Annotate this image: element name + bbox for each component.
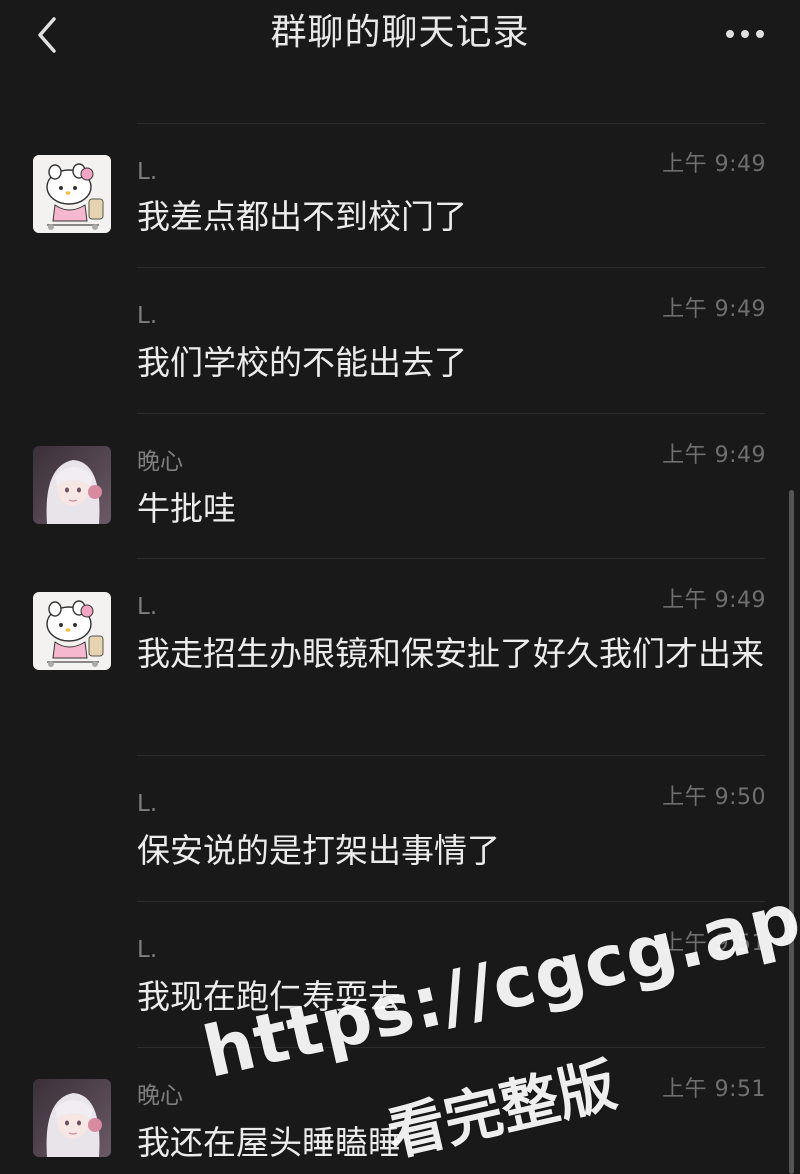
hello-kitty-avatar-image bbox=[33, 592, 111, 670]
sender-name: L. bbox=[137, 159, 158, 185]
message-item[interactable]: 晚心 上午 9:51 我还在屋头睡瞌睡 bbox=[0, 1048, 800, 1174]
message-text: 我走招生办眼镜和保安扯了好久我们才出来 bbox=[137, 634, 764, 673]
message-time: 上午 9:50 bbox=[662, 785, 766, 810]
message-item[interactable]: L. 上午 9:51 我现在跑仁寿耍去 bbox=[0, 902, 800, 1048]
header-bar: 群聊的聊天记录 bbox=[0, 0, 800, 78]
anime-girl-avatar-image bbox=[33, 1079, 111, 1157]
scrollbar[interactable] bbox=[789, 490, 794, 1174]
message-time: 上午 9:49 bbox=[662, 152, 766, 177]
message-time: 上午 9:51 bbox=[662, 1077, 766, 1102]
message-item[interactable]: L. 上午 9:50 保安说的是打架出事情了 bbox=[0, 756, 800, 902]
sender-name: 晚心 bbox=[137, 449, 183, 475]
avatar-hello-kitty[interactable] bbox=[33, 155, 111, 233]
avatar-anime-girl[interactable] bbox=[33, 1079, 111, 1157]
message-text: 我们学校的不能出去了 bbox=[137, 343, 467, 382]
message-item[interactable]: L. 上午 9:49 我们学校的不能出去了 bbox=[0, 268, 800, 414]
more-dots-icon bbox=[726, 30, 764, 38]
message-item[interactable]: L. 上午 9:49 我差点都出不到校门了 bbox=[0, 124, 800, 268]
message-item[interactable]: L. 上午 9:49 我走招生办眼镜和保安扯了好久我们才出来 bbox=[0, 559, 800, 756]
avatar-hello-kitty[interactable] bbox=[33, 592, 111, 670]
message-text: 我现在跑仁寿耍去 bbox=[137, 977, 401, 1016]
message-text: 我还在屋头睡瞌睡 bbox=[137, 1123, 401, 1162]
sender-name: L. bbox=[137, 791, 158, 817]
anime-girl-avatar-image bbox=[33, 446, 111, 524]
sender-name: L. bbox=[137, 937, 158, 963]
avatar-anime-girl[interactable] bbox=[33, 446, 111, 524]
hello-kitty-avatar-image bbox=[33, 155, 111, 233]
page-title: 群聊的聊天记录 bbox=[270, 12, 530, 53]
message-item[interactable]: 晚心 上午 9:49 牛批哇 bbox=[0, 414, 800, 559]
more-button[interactable] bbox=[720, 12, 770, 56]
sender-name: L. bbox=[137, 303, 158, 329]
message-time: 上午 9:51 bbox=[662, 931, 766, 956]
message-time: 上午 9:49 bbox=[662, 588, 766, 613]
sender-name: 晚心 bbox=[137, 1083, 183, 1109]
message-time: 上午 9:49 bbox=[662, 297, 766, 322]
message-text: 保安说的是打架出事情了 bbox=[137, 831, 500, 870]
message-text: 我差点都出不到校门了 bbox=[137, 197, 467, 236]
message-text: 牛批哇 bbox=[137, 489, 236, 528]
sender-name: L. bbox=[137, 594, 158, 620]
message-time: 上午 9:49 bbox=[662, 443, 766, 468]
